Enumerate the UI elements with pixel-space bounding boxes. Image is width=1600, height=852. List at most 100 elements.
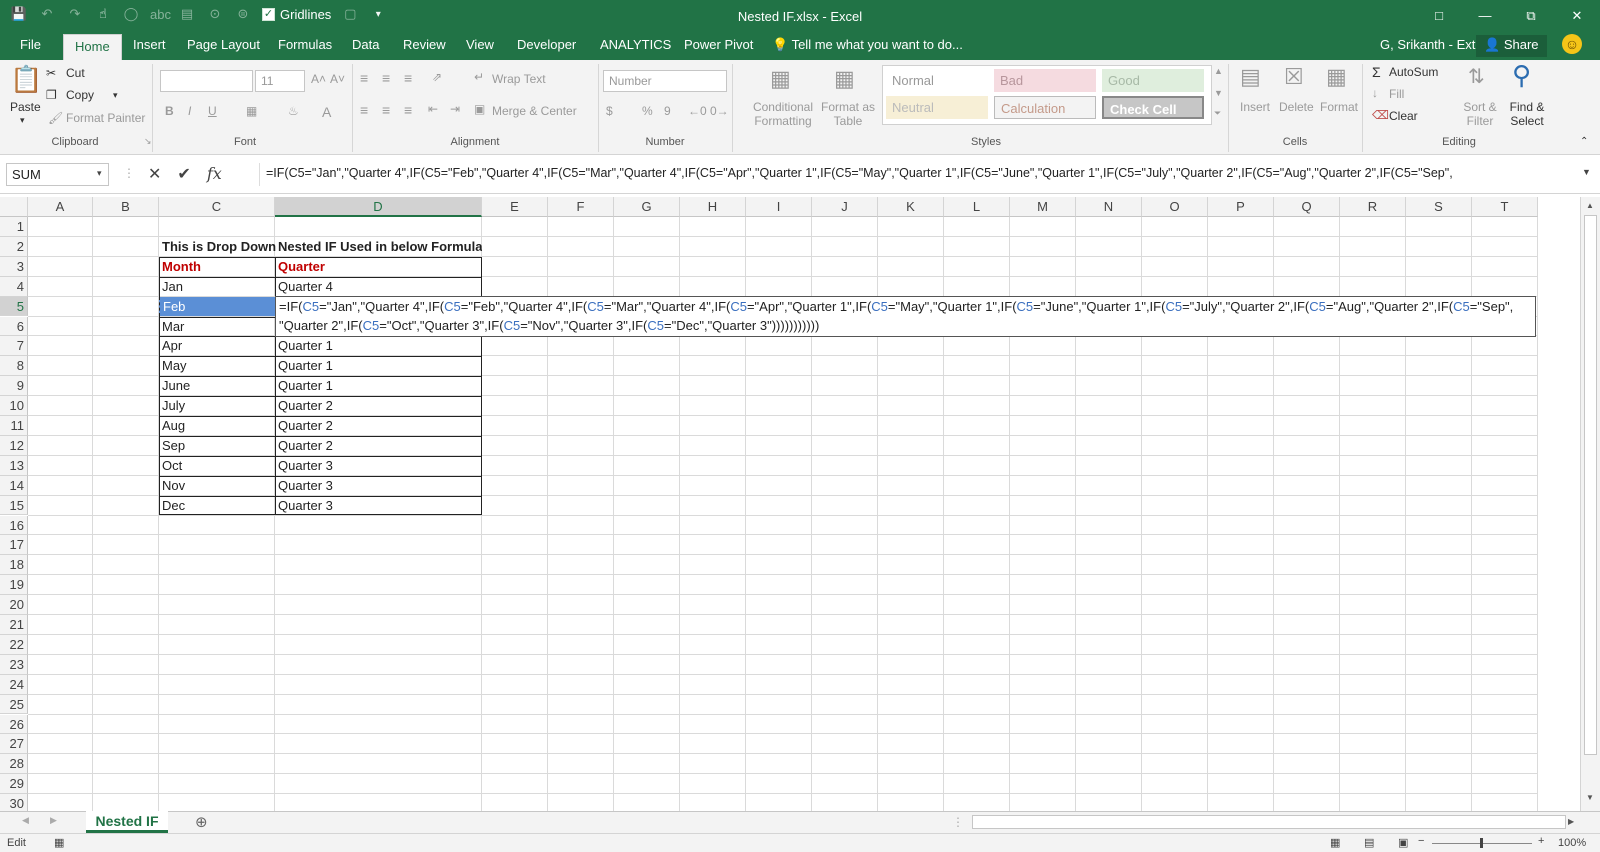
column-header-k[interactable]: K: [878, 197, 944, 217]
merge-center-button[interactable]: Merge & Center: [492, 104, 577, 118]
name-box[interactable]: SUM: [6, 163, 109, 186]
cancel-edit-icon[interactable]: ✕: [148, 164, 161, 184]
row-header-21[interactable]: 21: [0, 615, 28, 635]
align-center-icon[interactable]: ≡: [382, 102, 390, 118]
italic-button[interactable]: I: [188, 104, 191, 118]
autosum-icon[interactable]: Σ: [1372, 64, 1381, 80]
row-header-16[interactable]: 16: [0, 515, 28, 536]
clear-button[interactable]: Clear: [1389, 109, 1418, 123]
page-break-view-icon[interactable]: ▣: [1398, 836, 1408, 849]
cell-c9[interactable]: June: [159, 376, 275, 396]
column-header-j[interactable]: J: [812, 197, 878, 217]
tell-me-box[interactable]: 💡 Tell me what you want to do...: [772, 37, 963, 53]
cell-c4[interactable]: Jan: [159, 277, 275, 297]
zoom-slider-thumb[interactable]: [1480, 838, 1483, 848]
cell-d12[interactable]: Quarter 2: [275, 436, 482, 456]
tab-data[interactable]: Data: [352, 37, 379, 52]
styles-scroll-up-icon[interactable]: ▲: [1214, 66, 1223, 76]
insert-cells-icon[interactable]: ▤: [1240, 64, 1261, 90]
column-header-c[interactable]: C: [159, 197, 275, 217]
row-header-24[interactable]: 24: [0, 674, 28, 695]
format-cells-icon[interactable]: ▦: [1326, 64, 1347, 90]
row-header-26[interactable]: 26: [0, 714, 28, 735]
row-header-15[interactable]: 15: [0, 495, 28, 516]
tab-split-grip-icon[interactable]: ⋮: [952, 815, 964, 829]
align-left-icon[interactable]: ≡: [360, 102, 368, 118]
vertical-scroll-thumb[interactable]: [1584, 215, 1597, 755]
row-header-23[interactable]: 23: [0, 654, 28, 675]
column-header-g[interactable]: G: [614, 197, 680, 217]
user-name[interactable]: G, Srikanth - Ext: [1380, 37, 1475, 52]
fill-icon[interactable]: ↓: [1372, 86, 1378, 100]
zoom-level[interactable]: 100%: [1558, 837, 1586, 849]
font-size-box[interactable]: 11: [255, 70, 305, 92]
horizontal-scrollbar[interactable]: [972, 815, 1566, 829]
column-header-e[interactable]: E: [482, 197, 548, 217]
format-painter-button[interactable]: Format Painter: [66, 111, 145, 125]
conditional-formatting-button[interactable]: Conditional Formatting: [752, 100, 814, 128]
cell-d4[interactable]: Quarter 4: [275, 277, 482, 297]
fill-color-icon[interactable]: ♨: [288, 104, 299, 118]
middle-align-icon[interactable]: ≡: [382, 70, 390, 86]
row-header-3[interactable]: 3: [0, 256, 28, 277]
column-header-f[interactable]: F: [548, 197, 614, 217]
sheet-tab-nested-if[interactable]: Nested IF: [86, 811, 168, 833]
collapse-ribbon-icon[interactable]: ⌃: [1580, 136, 1588, 147]
style-calculation[interactable]: Calculation: [994, 96, 1096, 119]
autosum-button[interactable]: AutoSum: [1389, 65, 1438, 79]
scroll-down-icon[interactable]: ▼: [1586, 793, 1594, 802]
tab-insert[interactable]: Insert: [133, 37, 166, 52]
row-header-9[interactable]: 9: [0, 376, 28, 397]
row-header-1[interactable]: 1: [0, 217, 28, 237]
find-select-icon[interactable]: ⚲: [1512, 60, 1531, 91]
paste-button[interactable]: Paste: [10, 100, 41, 114]
comma-icon[interactable]: 9: [664, 104, 671, 118]
normal-view-icon[interactable]: ▦: [1330, 836, 1340, 849]
increase-indent-icon[interactable]: ⇥: [450, 102, 460, 116]
column-header-t[interactable]: T: [1472, 197, 1538, 217]
decrease-decimal-icon[interactable]: 0→: [710, 104, 729, 118]
tab-analytics[interactable]: ANALYTICS: [600, 37, 671, 52]
page-layout-view-icon[interactable]: ▤: [1364, 836, 1374, 849]
zoom-out-icon[interactable]: −: [1418, 835, 1424, 847]
cell-d7[interactable]: Quarter 1: [275, 336, 482, 356]
align-right-icon[interactable]: ≡: [404, 102, 412, 118]
increase-decimal-icon[interactable]: ←0: [688, 104, 707, 118]
row-header-12[interactable]: 12: [0, 435, 28, 456]
row-header-5[interactable]: 5: [0, 296, 28, 317]
formula-input[interactable]: =IF(C5="Jan","Quarter 4",IF(C5="Feb","Qu…: [259, 163, 1571, 186]
cell-d11[interactable]: Quarter 2: [275, 416, 482, 436]
number-format-box[interactable]: Number: [603, 70, 727, 92]
orientation-icon[interactable]: ⇗: [432, 70, 442, 84]
style-good[interactable]: Good: [1102, 69, 1204, 92]
cell-c11[interactable]: Aug: [159, 416, 275, 436]
row-header-17[interactable]: 17: [0, 535, 28, 556]
row-header-11[interactable]: 11: [0, 416, 28, 436]
conditional-formatting-icon[interactable]: ▦: [770, 66, 791, 92]
cell-c14[interactable]: Nov: [159, 476, 275, 496]
row-header-7[interactable]: 7: [0, 336, 28, 357]
paste-dropdown-icon[interactable]: ▾: [20, 115, 25, 126]
column-header-q[interactable]: Q: [1274, 197, 1340, 217]
insert-cells-button[interactable]: Insert: [1240, 100, 1270, 114]
cell-d14[interactable]: Quarter 3: [275, 476, 482, 496]
column-header-a[interactable]: A: [28, 197, 93, 217]
percent-icon[interactable]: %: [642, 104, 653, 118]
style-check-cell[interactable]: Check Cell: [1102, 96, 1204, 119]
borders-icon[interactable]: ▦: [246, 104, 257, 118]
wrap-text-button[interactable]: Wrap Text: [492, 72, 546, 86]
column-header-i[interactable]: I: [746, 197, 812, 217]
styles-scroll-down-icon[interactable]: ▼: [1214, 88, 1223, 98]
row-header-25[interactable]: 25: [0, 694, 28, 715]
share-button[interactable]: 👤 Share: [1476, 35, 1547, 57]
delete-cells-button[interactable]: Delete: [1279, 100, 1314, 114]
cell-c12[interactable]: Sep: [159, 436, 275, 456]
cell-d13[interactable]: Quarter 3: [275, 456, 482, 476]
zoom-in-icon[interactable]: +: [1538, 835, 1544, 847]
tab-review[interactable]: Review: [403, 37, 446, 52]
style-bad[interactable]: Bad: [994, 69, 1096, 92]
prev-sheet-icon[interactable]: ◀: [22, 815, 29, 826]
cell-c15[interactable]: Dec: [159, 496, 275, 516]
column-header-s[interactable]: S: [1406, 197, 1472, 217]
enter-edit-icon[interactable]: ✔: [177, 164, 190, 184]
